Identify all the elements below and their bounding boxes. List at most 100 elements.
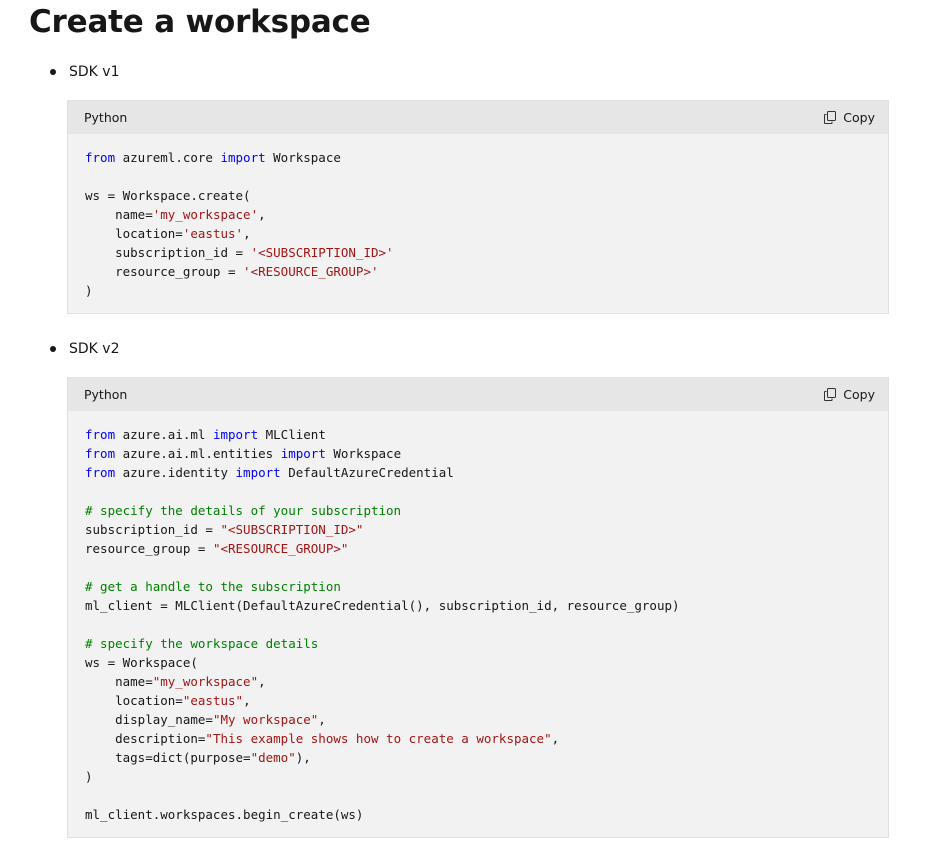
code-comment: # specify the workspace details bbox=[85, 636, 319, 651]
code-text: , bbox=[243, 226, 251, 241]
code-string: "eastus" bbox=[182, 693, 244, 708]
copy-icon bbox=[824, 388, 837, 401]
code-line: name="my_workspace", bbox=[85, 672, 871, 691]
code-string: "my_workspace" bbox=[152, 674, 259, 689]
code-text: ml_client = MLClient(DefaultAzureCredent… bbox=[85, 598, 680, 613]
code-line: ) bbox=[85, 767, 871, 786]
code-block-sdk-v2: Python Copy from azure.ai.ml import MLCl… bbox=[67, 377, 889, 838]
code-line: from azure.identity import DefaultAzureC… bbox=[85, 463, 871, 482]
code-content: from azureml.core import Workspace ws = W… bbox=[68, 134, 888, 313]
code-string: 'my_workspace' bbox=[152, 207, 259, 222]
code-text: azure.ai.ml bbox=[115, 427, 213, 442]
code-string: 'eastus' bbox=[182, 226, 244, 241]
code-text: azure.ai.ml.entities bbox=[115, 446, 281, 461]
copy-label: Copy bbox=[843, 110, 875, 125]
code-keyword: from bbox=[85, 150, 116, 165]
code-line: subscription_id = '<SUBSCRIPTION_ID>' bbox=[85, 243, 871, 262]
code-keyword: import bbox=[220, 150, 266, 165]
code-line: # specify the workspace details bbox=[85, 634, 871, 653]
code-keyword: from bbox=[85, 446, 116, 461]
code-text: , bbox=[258, 674, 266, 689]
code-text: DefaultAzureCredential bbox=[280, 465, 454, 480]
code-line: location="eastus", bbox=[85, 691, 871, 710]
code-text: , bbox=[258, 207, 266, 222]
code-line: tags=dict(purpose="demo"), bbox=[85, 748, 871, 767]
code-text: ws = Workspace.create( bbox=[85, 188, 251, 203]
code-content: from azure.ai.ml import MLClient from azu… bbox=[68, 411, 888, 837]
code-text: description= bbox=[85, 731, 206, 746]
code-text: , bbox=[243, 693, 251, 708]
code-line: resource_group = "<RESOURCE_GROUP>" bbox=[85, 539, 871, 558]
code-line: location='eastus', bbox=[85, 224, 871, 243]
copy-button[interactable]: Copy bbox=[824, 387, 875, 402]
code-text: ) bbox=[85, 769, 93, 784]
code-keyword: from bbox=[85, 465, 116, 480]
code-header: Python Copy bbox=[68, 378, 888, 411]
code-language-label: Python bbox=[84, 387, 128, 402]
list-item-label: SDK v1 bbox=[69, 64, 120, 80]
code-keyword: from bbox=[85, 427, 116, 442]
code-text: name= bbox=[85, 674, 153, 689]
code-text: name= bbox=[85, 207, 153, 222]
code-line: display_name="My workspace", bbox=[85, 710, 871, 729]
code-string: "This example shows how to create a work… bbox=[205, 731, 552, 746]
code-text: display_name= bbox=[85, 712, 213, 727]
code-text: azure.identity bbox=[115, 465, 236, 480]
code-text: , bbox=[551, 731, 560, 746]
copy-label: Copy bbox=[843, 387, 875, 402]
copy-icon bbox=[824, 111, 837, 124]
code-line: ml_client.workspaces.begin_create(ws) bbox=[85, 805, 871, 824]
copy-button[interactable]: Copy bbox=[824, 110, 875, 125]
code-text: ), bbox=[295, 750, 311, 765]
code-comment: # specify the details of your subscripti… bbox=[85, 503, 402, 518]
code-line: description="This example shows how to c… bbox=[85, 729, 871, 748]
code-line: # specify the details of your subscripti… bbox=[85, 501, 871, 520]
code-text: resource_group = bbox=[85, 264, 244, 279]
code-line: ws = Workspace( bbox=[85, 653, 871, 672]
page-title: Create a workspace bbox=[29, 4, 371, 40]
code-text: Workspace bbox=[325, 446, 402, 461]
code-line: # get a handle to the subscription bbox=[85, 577, 871, 596]
code-text: subscription_id = bbox=[85, 522, 221, 537]
list-item-sdk-v1: SDK v1 bbox=[48, 62, 120, 82]
code-keyword: import bbox=[235, 465, 281, 480]
code-string: '<RESOURCE_GROUP>' bbox=[243, 264, 379, 279]
code-line: from azure.ai.ml.entities import Workspa… bbox=[85, 444, 871, 463]
code-language-label: Python bbox=[84, 110, 128, 125]
code-string: '<SUBSCRIPTION_ID>' bbox=[250, 245, 394, 260]
code-keyword: import bbox=[212, 427, 259, 442]
code-text: ) bbox=[85, 283, 93, 298]
list-item-label: SDK v2 bbox=[69, 341, 120, 357]
code-block-sdk-v1: Python Copy from azureml.core import Wor… bbox=[67, 100, 889, 314]
bullet-dot bbox=[50, 69, 56, 75]
code-text: location= bbox=[85, 226, 183, 241]
code-string: "<SUBSCRIPTION_ID>" bbox=[220, 522, 364, 537]
code-text: azureml.core bbox=[115, 150, 221, 165]
code-string: "<RESOURCE_GROUP>" bbox=[212, 541, 349, 556]
code-string: "demo" bbox=[250, 750, 296, 765]
code-text: ml_client.workspaces.begin_create(ws) bbox=[85, 807, 364, 822]
code-string: "My workspace" bbox=[212, 712, 319, 727]
code-text: ws = Workspace( bbox=[85, 655, 198, 670]
code-line: from azure.ai.ml import MLClient bbox=[85, 425, 871, 444]
code-text: , bbox=[318, 712, 326, 727]
code-line: ml_client = MLClient(DefaultAzureCredent… bbox=[85, 596, 871, 615]
code-text: subscription_id = bbox=[85, 245, 251, 260]
list-item-sdk-v2: SDK v2 bbox=[48, 339, 120, 359]
code-line: name='my_workspace', bbox=[85, 205, 871, 224]
bullet-dot bbox=[50, 346, 56, 352]
code-line: resource_group = '<RESOURCE_GROUP>' bbox=[85, 262, 871, 281]
code-line: from azureml.core import Workspace bbox=[85, 148, 871, 167]
code-comment: # get a handle to the subscription bbox=[85, 579, 341, 594]
code-text: resource_group = bbox=[85, 541, 213, 556]
code-text: location= bbox=[85, 693, 183, 708]
code-keyword: import bbox=[280, 446, 326, 461]
code-line: subscription_id = "<SUBSCRIPTION_ID>" bbox=[85, 520, 871, 539]
code-line: ws = Workspace.create( bbox=[85, 186, 871, 205]
code-text: MLClient bbox=[258, 427, 326, 442]
